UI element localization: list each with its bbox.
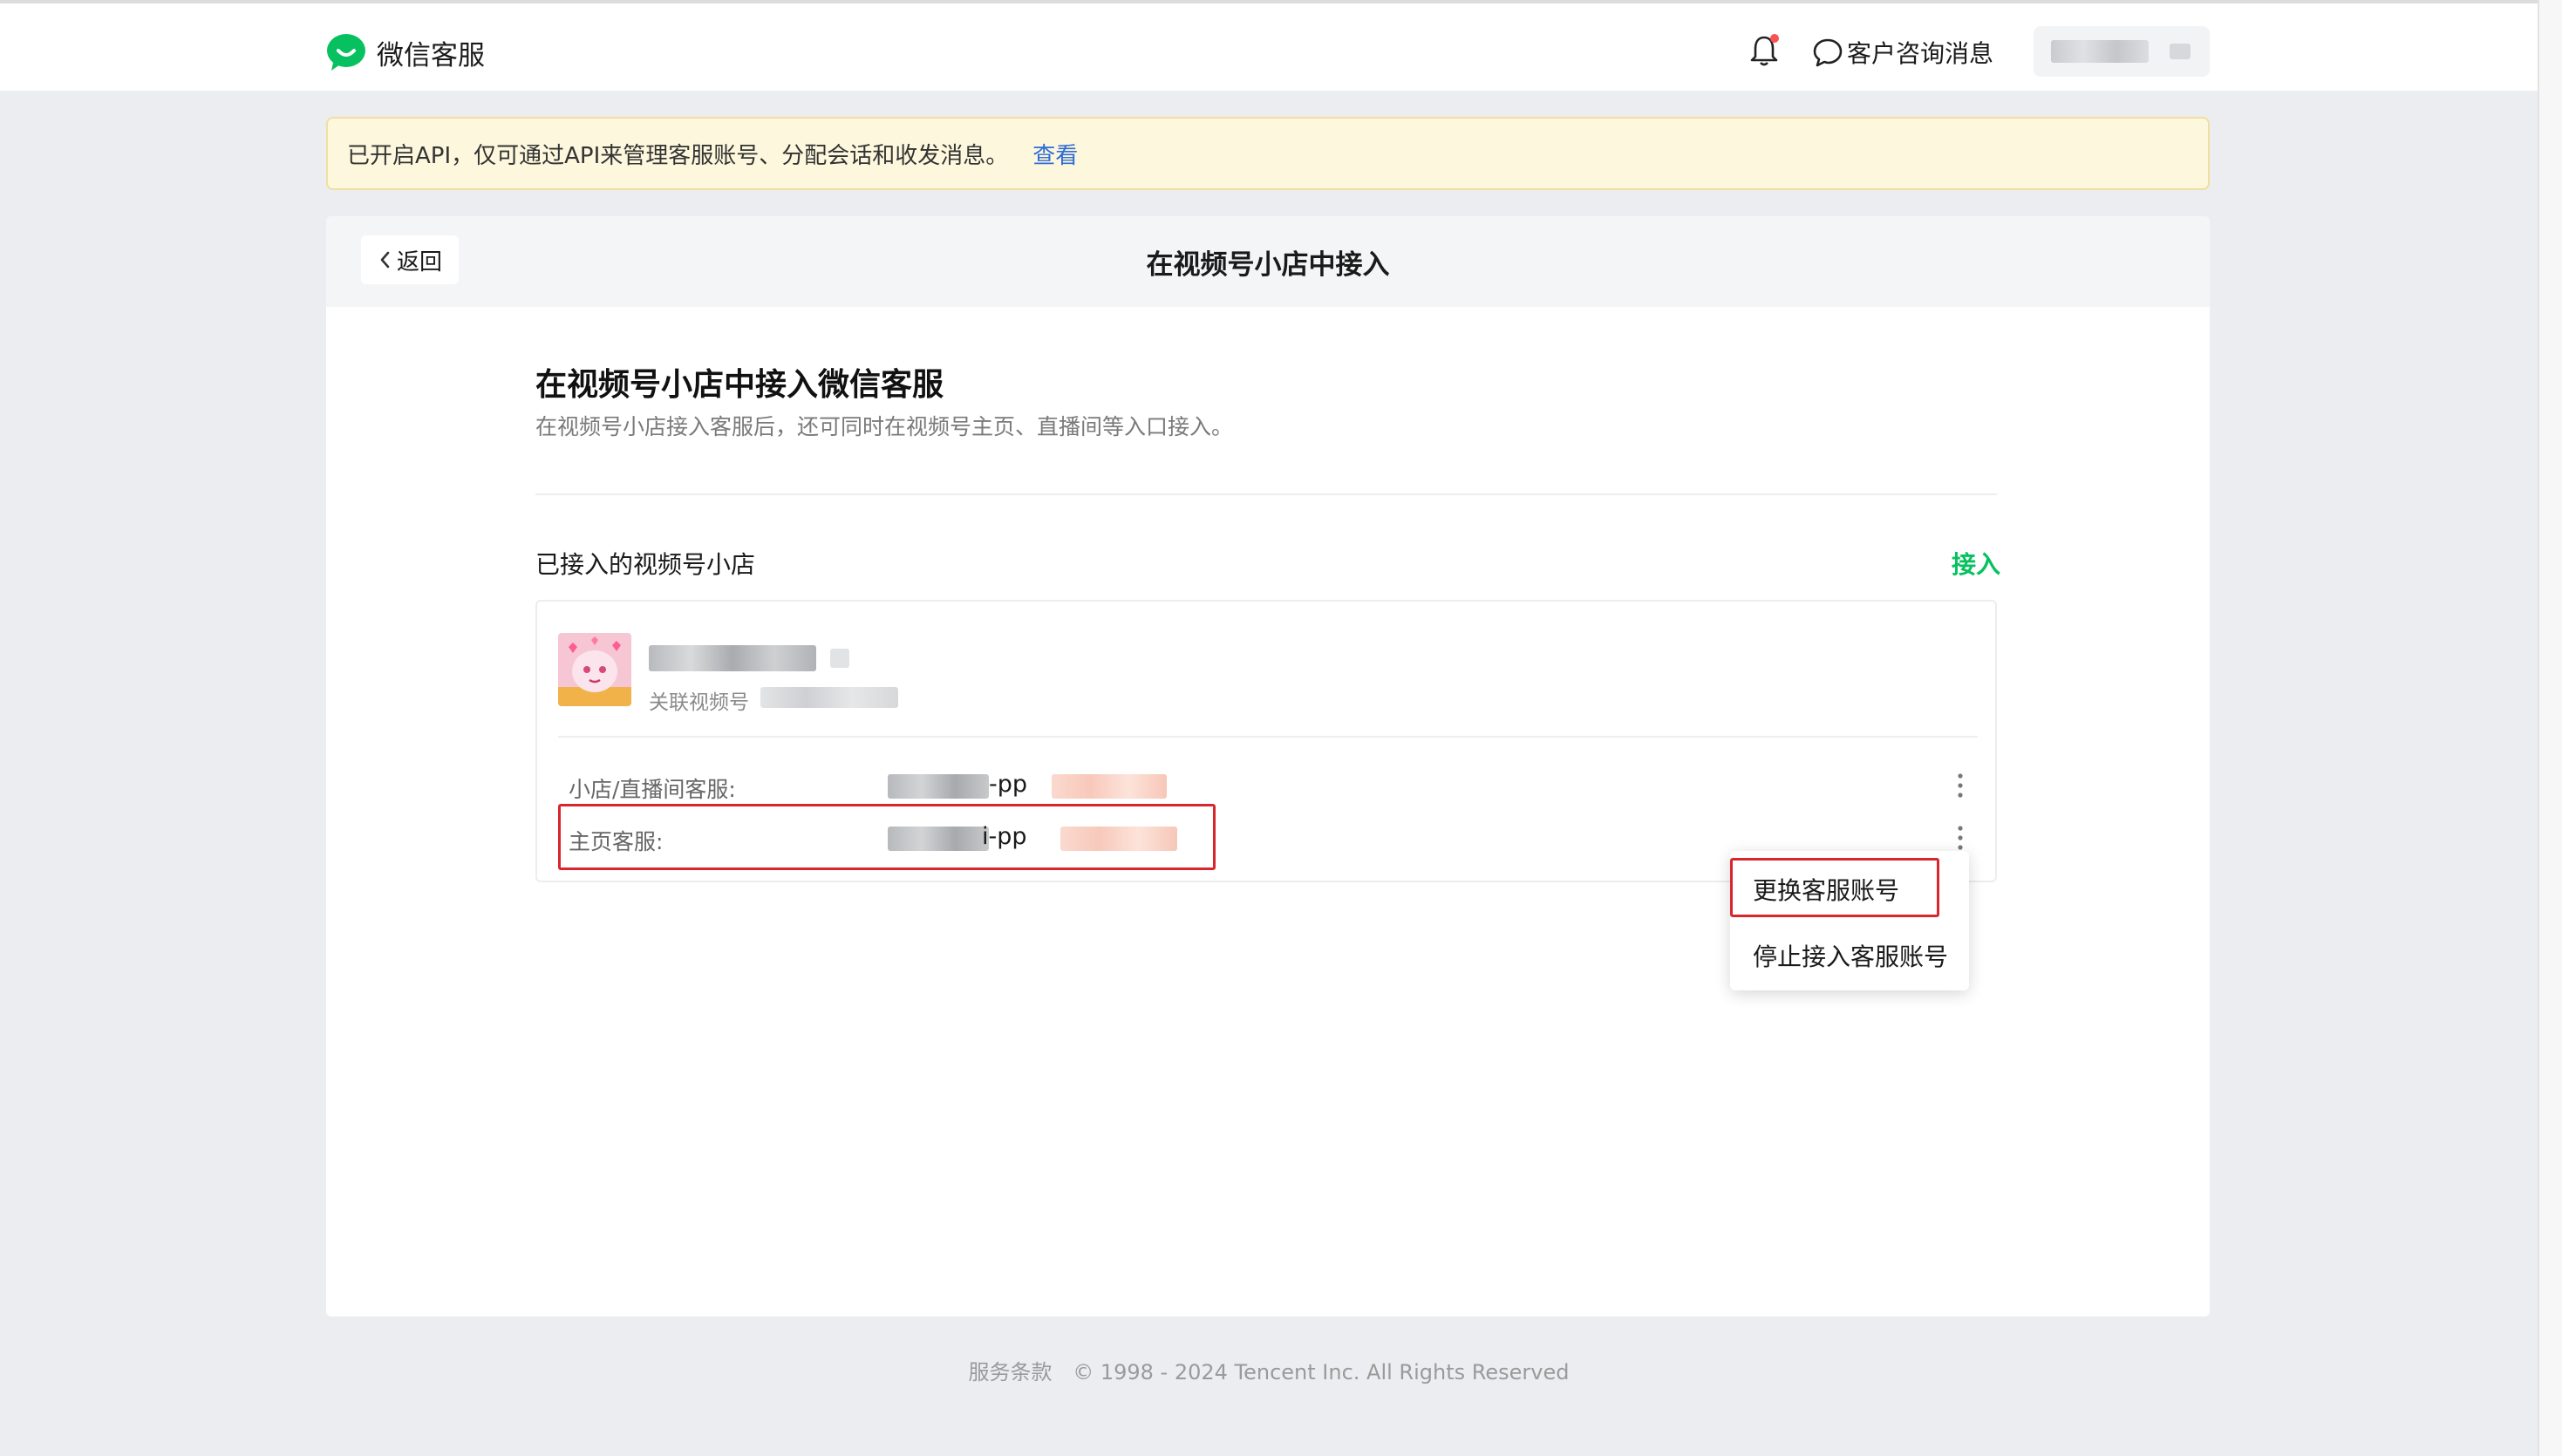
connect-shop-button[interactable]: 接入 [1952,546,2000,581]
page-title: 在视频号小店中接入 [1146,249,1390,281]
more-vertical-icon[interactable] [1952,823,1969,853]
homepage-service-highlight [558,804,1216,870]
shop-tag-blurred [830,649,849,668]
store-live-service-label: 小店/直播间客服: [569,777,736,802]
footer: 服务条款 © 1998 - 2024 Tencent Inc. All Righ… [0,1355,2538,1385]
api-notice-view-link[interactable]: 查看 [1032,138,1078,170]
api-notice-text: 已开启API，仅可通过API来管理客服账号、分配会话和收发消息。 [347,142,1009,169]
shop-name-blurred [649,645,816,671]
more-vertical-icon[interactable] [1952,771,1969,800]
store-live-service-account-extra-blurred [1052,774,1167,799]
chat-bubble-icon [1813,38,1843,67]
section-divider [535,493,1997,495]
copyright-text: © 1998 - 2024 Tencent Inc. All Rights Re… [1073,1360,1570,1385]
shop-avatar [558,633,631,706]
account-action-menu: 更换客服账号 停止接入客服账号 [1730,851,1969,990]
brand[interactable]: 微信客服 [326,31,485,73]
top-bar: 微信客服 客户咨询消息 [0,0,2538,91]
api-notice-banner: 已开启API，仅可通过API来管理客服账号、分配会话和收发消息。 查看 [326,117,2210,190]
customer-messages-button[interactable]: 客户咨询消息 [1812,35,1993,70]
account-avatar-blurred [2170,44,2191,59]
main-card: 返回 在视频号小店中接入 在视频号小店中接入微信客服 在视频号小店接入客服后，还… [326,216,2210,1317]
terms-link[interactable]: 服务条款 [969,1360,1053,1385]
account-menu[interactable] [2034,26,2210,77]
wechat-kefu-logo-icon [327,34,365,71]
associated-channel-blurred [760,687,898,708]
bell-icon[interactable] [1748,33,1781,68]
brand-name: 微信客服 [377,39,485,71]
section-description: 在视频号小店接入客服后，还可同时在视频号主页、直播间等入口接入。 [535,414,1234,439]
shop-card-divider [558,736,1978,738]
store-live-service-account-suffix: -pp [989,771,1028,798]
account-name-blurred [2051,40,2149,63]
card-header: 返回 在视频号小店中接入 [326,216,2210,307]
connected-shops-title: 已接入的视频号小店 [535,550,756,579]
section-title: 在视频号小店中接入微信客服 [535,367,944,403]
stop-service-account-item[interactable]: 停止接入客服账号 [1730,924,1969,987]
window-scrollbar[interactable] [2538,0,2562,1456]
store-live-service-account-blurred [888,774,989,799]
customer-messages-label: 客户咨询消息 [1847,39,1994,68]
associated-channel-label: 关联视频号 [649,691,749,714]
change-service-account-highlight [1730,858,1939,917]
